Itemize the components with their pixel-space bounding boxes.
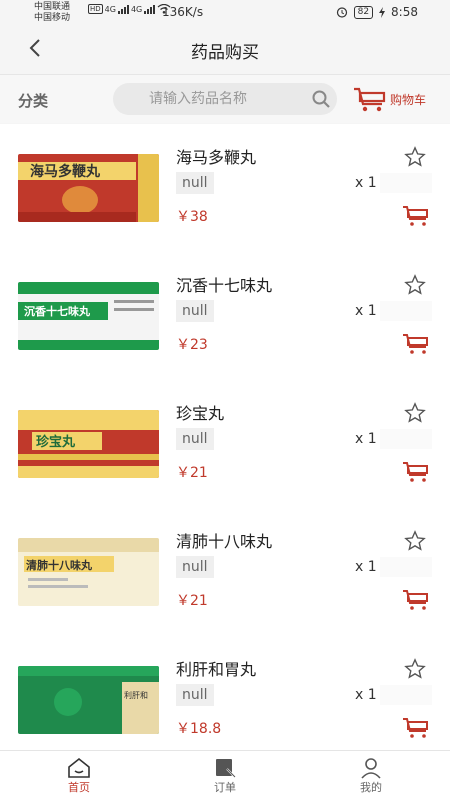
favorite-star-icon[interactable] — [404, 530, 426, 552]
carrier-1: 中国联通 — [34, 2, 71, 12]
favorite-star-icon[interactable] — [404, 274, 426, 296]
quantity-field[interactable] — [380, 429, 432, 449]
nav-home[interactable]: 首页 — [39, 757, 119, 795]
product-price: ￥21 — [176, 465, 208, 481]
product-quantity: x 1 — [355, 431, 377, 447]
search-input[interactable] — [113, 83, 303, 115]
product-price: ￥38 — [176, 209, 208, 225]
product-price: ￥18.8 — [176, 721, 222, 737]
box-label: 海马多鞭丸 — [30, 163, 101, 180]
product-quantity: x 1 — [355, 687, 377, 703]
product-image: 沉香十七味丸 — [18, 282, 159, 350]
product-name: 珍宝丸 — [176, 404, 225, 423]
product-quantity: x 1 — [355, 175, 377, 191]
add-to-cart-icon[interactable] — [402, 716, 430, 740]
quantity-field[interactable] — [380, 685, 432, 705]
box-label: 沉香十七味丸 — [24, 304, 91, 318]
network-speed: 136K/s — [162, 5, 204, 19]
product-spec: null — [176, 300, 214, 322]
charging-icon — [379, 6, 386, 18]
product-image: 清肺十八味丸 — [18, 538, 159, 606]
category-button[interactable]: 分类 — [18, 90, 48, 111]
app-header: 药品购买 — [0, 26, 450, 72]
clock: 8:58 — [391, 5, 418, 19]
alarm-icon — [336, 7, 347, 18]
nav-home-label: 首页 — [68, 781, 90, 794]
product-name: 清肺十八味丸 — [176, 532, 273, 551]
carrier-labels: 中国联通 中国移动 — [34, 2, 70, 24]
hd-badge: HD — [88, 4, 103, 14]
nav-orders-label: 订单 — [214, 781, 236, 794]
nav-profile[interactable]: 我的 — [331, 757, 411, 795]
nav-profile-label: 我的 — [360, 781, 382, 794]
product-image: 海马多鞭丸 — [18, 154, 159, 222]
product-spec: null — [176, 428, 214, 450]
product-quantity: x 1 — [355, 559, 377, 575]
cart-button[interactable]: 购物车 — [352, 84, 438, 114]
carrier-2: 中国移动 — [34, 13, 71, 23]
signal-bars-icon — [144, 4, 156, 14]
product-item[interactable]: 海马多鞭丸 海马多鞭丸 null x 1 ￥38 — [0, 124, 450, 252]
box-label: 利肝和 — [124, 690, 148, 700]
favorite-star-icon[interactable] — [404, 402, 426, 424]
user-icon — [361, 758, 381, 779]
product-name: 利肝和胃丸 — [176, 660, 257, 679]
orders-icon — [216, 759, 236, 778]
quantity-field[interactable] — [380, 301, 432, 321]
product-spec: null — [176, 684, 214, 706]
product-price: ￥21 — [176, 593, 208, 609]
signal-bars-icon — [117, 4, 129, 14]
favorite-star-icon[interactable] — [404, 658, 426, 680]
box-label: 珍宝丸 — [36, 434, 76, 450]
product-item[interactable]: 利肝和 利肝和胃丸 null x 1 ￥18.8 — [0, 636, 450, 750]
bottom-nav: 首页 订单 我的 — [0, 750, 450, 801]
product-list: 海马多鞭丸 海马多鞭丸 null x 1 ￥38 沉香十七味丸 沉香十七味丸 n… — [0, 124, 450, 750]
add-to-cart-icon[interactable] — [402, 332, 430, 356]
favorite-star-icon[interactable] — [404, 146, 426, 168]
product-image: 珍宝丸 — [18, 410, 159, 478]
quantity-field[interactable] — [380, 557, 432, 577]
product-price: ￥23 — [176, 337, 208, 353]
signal-indicators: HD 4G 4G — [88, 4, 171, 14]
product-image: 利肝和 — [18, 666, 159, 734]
product-name: 沉香十七味丸 — [176, 276, 273, 295]
add-to-cart-icon[interactable] — [402, 204, 430, 228]
status-bar: 中国联通 中国移动 HD 4G 4G 136K/s 82 8:58 — [0, 0, 450, 26]
network-type-1: 4G — [104, 5, 116, 14]
home-icon — [68, 757, 90, 778]
quantity-field[interactable] — [380, 173, 432, 193]
battery-level: 82 — [353, 5, 374, 19]
product-spec: null — [176, 172, 214, 194]
status-right: 82 8:58 — [336, 5, 418, 19]
shopping-cart-icon — [354, 87, 386, 112]
network-type-2: 4G — [130, 5, 143, 14]
nav-orders[interactable]: 订单 — [185, 757, 265, 795]
product-spec: null — [176, 556, 214, 578]
cart-label: 购物车 — [390, 92, 427, 107]
search-toolbar: 分类 购物车 — [0, 74, 450, 123]
add-to-cart-icon[interactable] — [402, 460, 430, 484]
search-box — [113, 83, 337, 115]
box-label: 清肺十八味丸 — [26, 558, 93, 572]
page-title: 药品购买 — [191, 43, 259, 63]
product-item[interactable]: 清肺十八味丸 清肺十八味丸 null x 1 ￥21 — [0, 508, 450, 636]
add-to-cart-icon[interactable] — [402, 588, 430, 612]
product-quantity: x 1 — [355, 303, 377, 319]
product-item[interactable]: 沉香十七味丸 沉香十七味丸 null x 1 ￥23 — [0, 252, 450, 380]
product-name: 海马多鞭丸 — [176, 148, 257, 167]
product-item[interactable]: 珍宝丸 珍宝丸 null x 1 ￥21 — [0, 380, 450, 508]
search-icon[interactable] — [311, 89, 331, 109]
